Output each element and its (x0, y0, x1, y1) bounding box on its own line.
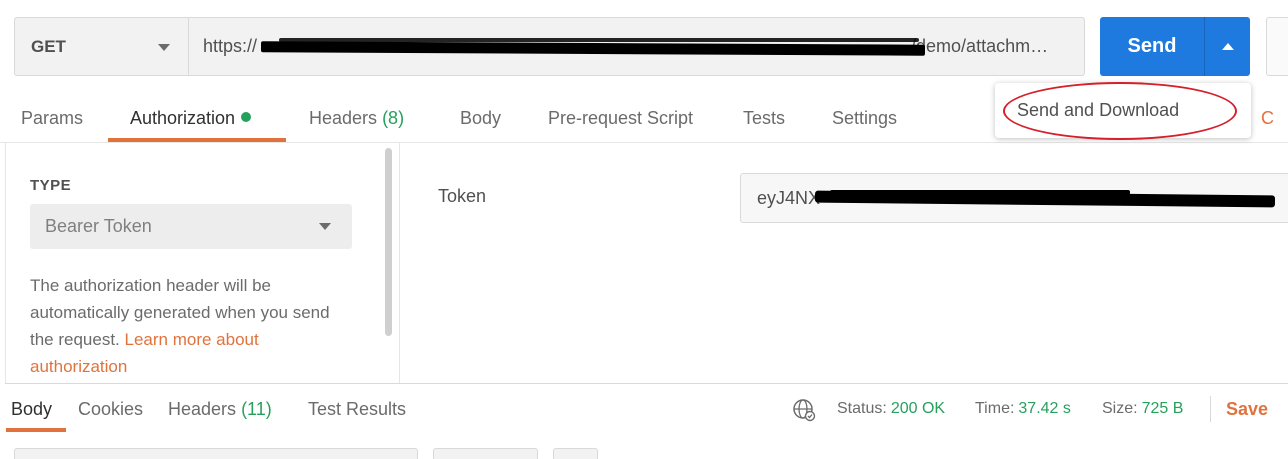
scrollbar[interactable] (385, 148, 392, 336)
response-tab-test-results[interactable]: Test Results (308, 399, 406, 420)
status-value: 200 OK (890, 400, 946, 417)
tab-label: Headers (309, 108, 378, 128)
status-label: Status: (837, 400, 887, 417)
type-label: TYPE (30, 177, 72, 194)
send-options-button[interactable] (1204, 17, 1250, 76)
send-button-group: Send (1100, 17, 1250, 76)
redaction-mark (279, 38, 919, 42)
redaction-mark (260, 41, 926, 56)
size-readout: Size: 725 B (1102, 400, 1183, 418)
tab-headers[interactable]: Headers (8) (309, 108, 404, 129)
tab-label: Authorization (130, 108, 236, 128)
tab-body[interactable]: Body (460, 108, 501, 129)
tab-settings[interactable]: Settings (832, 108, 897, 129)
token-label: Token (438, 186, 487, 206)
tab-label: Body (460, 108, 502, 128)
response-type-select[interactable] (433, 448, 538, 459)
time-readout: Time: 37.42 s (975, 400, 1071, 418)
redaction-mark (830, 190, 1130, 195)
method-label: GET (31, 36, 66, 56)
method-select[interactable]: GET (15, 18, 189, 75)
url-prefix: https:// (203, 36, 258, 56)
chevron-down-icon (158, 44, 170, 51)
response-tab-cookies[interactable]: Cookies (78, 399, 143, 420)
tab-prerequest-script[interactable]: Pre-request Script (548, 108, 693, 129)
send-options-menu: Send and Download (995, 83, 1251, 138)
save-request-button-edge[interactable] (1266, 17, 1288, 76)
response-tab-body[interactable]: Body (11, 399, 52, 420)
divider (1210, 396, 1211, 422)
size-label: Size: (1102, 400, 1138, 417)
chevron-up-icon (1221, 43, 1234, 50)
response-tab-headers[interactable]: Headers (11) (168, 399, 272, 420)
globe-icon[interactable] (792, 398, 816, 422)
url-suffix: /demo/attachm… (911, 36, 1049, 56)
save-response-button[interactable]: Save (1226, 399, 1268, 420)
status-readout: Status: 200 OK (837, 400, 945, 418)
response-divider (5, 383, 1288, 384)
tab-label: Params (21, 108, 84, 128)
menu-item-send-and-download[interactable]: Send and Download (1017, 100, 1179, 121)
chevron-down-icon (319, 223, 331, 230)
tab-params[interactable]: Params (21, 108, 83, 129)
token-value: eyJ4NX (757, 187, 821, 208)
size-value: 725 B (1141, 400, 1184, 417)
auth-type-pane: TYPE Bearer Token The authorization head… (5, 143, 400, 383)
tab-label: Tests (743, 108, 786, 128)
headers-count: (8) (382, 108, 405, 128)
time-value: 37.42 s (1018, 400, 1071, 417)
request-tabs: Params Authorization Headers (8) Body Pr… (0, 98, 990, 142)
time-label: Time: (975, 400, 1015, 417)
tab-tests[interactable]: Tests (743, 108, 785, 129)
cookies-link[interactable]: C (1261, 108, 1274, 129)
request-bar: GET https:// /demo/attachm… (14, 17, 1085, 76)
url-input[interactable]: https:// /demo/attachm… (189, 18, 1084, 75)
tab-label: Settings (832, 108, 898, 128)
active-tab-indicator (6, 428, 66, 432)
tab-label: Pre-request Script (548, 108, 694, 128)
auth-type-select[interactable]: Bearer Token (30, 204, 352, 249)
dot-icon (241, 112, 252, 122)
tab-label: Headers (168, 399, 237, 419)
tab-authorization[interactable]: Authorization (130, 108, 252, 129)
auth-type-value: Bearer Token (45, 216, 152, 236)
response-format-select[interactable] (14, 448, 418, 459)
auth-description: The authorization header will be automat… (30, 272, 350, 380)
headers-count: (11) (241, 399, 272, 419)
wrap-toggle-button[interactable] (553, 448, 598, 459)
send-button[interactable]: Send (1100, 17, 1204, 76)
